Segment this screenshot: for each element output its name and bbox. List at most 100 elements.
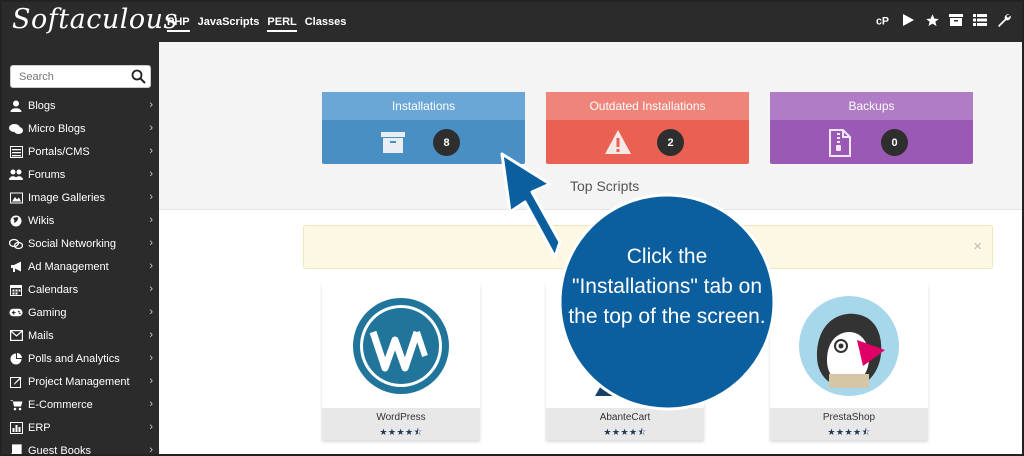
- sidebar-item-wikis[interactable]: Wikis ›: [2, 209, 159, 232]
- sidebar-item-label: Social Networking: [28, 237, 117, 250]
- sidebar: Blogs›Micro Blogs›Portals/CMS›Forums›Ima…: [2, 42, 159, 456]
- comments-icon: [9, 122, 23, 136]
- sidebar-item-micro-blogs[interactable]: Micro Blogs ›: [2, 117, 159, 140]
- edit-icon: [9, 375, 23, 389]
- script-label: PrestaShop: [822, 412, 876, 423]
- chevron-right-icon: ›: [149, 329, 153, 341]
- sidebar-item-mails[interactable]: Mails ›: [2, 324, 159, 347]
- category-list: Blogs › Micro Blogs › Portals/CMS › Forums › Ima…: [2, 94, 159, 456]
- sidebar-item-label: Micro Blogs: [28, 122, 86, 135]
- sidebar-item-label: Image Galleries: [28, 191, 106, 204]
- sidebar-item-portals-cms[interactable]: Portals/CMS ›: [2, 140, 159, 163]
- archive-icon: [380, 129, 406, 155]
- sidebar-item-e-commerce[interactable]: E-Commerce ›: [2, 393, 159, 416]
- book-icon: [9, 444, 23, 454]
- sidebar-item-label: Forums: [28, 168, 66, 181]
- archive-icon[interactable]: [948, 12, 964, 28]
- sidebar-item-label: Gaming: [28, 306, 67, 319]
- chevron-right-icon: ›: [149, 214, 153, 226]
- user-icon: [9, 99, 23, 113]
- tab-perl[interactable]: PERL: [267, 16, 297, 32]
- sidebar-item-label: ERP: [28, 421, 51, 434]
- card-body: 8: [322, 120, 525, 164]
- calendar-icon: [9, 283, 23, 297]
- card-body: 2: [546, 120, 749, 164]
- pie-chart-icon: [9, 352, 23, 366]
- close-icon[interactable]: ×: [973, 238, 982, 255]
- card-title: Backups: [770, 92, 973, 120]
- rating-stars: ★★★★⯪: [379, 427, 423, 437]
- svg-text:cP: cP: [876, 15, 889, 27]
- chevron-right-icon: ›: [149, 260, 153, 272]
- tab-javascripts[interactable]: JavaScripts: [198, 16, 260, 32]
- list-icon[interactable]: [972, 12, 988, 28]
- search-box: [10, 65, 151, 88]
- megaphone-icon: [9, 260, 23, 274]
- sidebar-item-social-networking[interactable]: Social Networking ›: [2, 232, 159, 255]
- card-title: Installations: [322, 92, 525, 120]
- chevron-right-icon: ›: [149, 122, 153, 134]
- script-name: PrestaShop ★★★★⯪: [770, 408, 928, 440]
- sidebar-item-label: Mails: [28, 329, 54, 342]
- card-body: 0: [770, 120, 973, 164]
- sidebar-item-polls-and-analytics[interactable]: Polls and Analytics ›: [2, 347, 159, 370]
- rating-stars: ★★★★⯪: [827, 427, 871, 437]
- script-card-prestashop[interactable]: PrestaShop ★★★★⯪: [770, 283, 928, 440]
- image-icon: [9, 191, 23, 205]
- sidebar-item-image-galleries[interactable]: Image Galleries ›: [2, 186, 159, 209]
- tab-classes[interactable]: Classes: [305, 16, 347, 32]
- prestashop-logo: [770, 283, 928, 408]
- chevron-right-icon: ›: [149, 237, 153, 249]
- wrench-icon[interactable]: [996, 12, 1012, 28]
- installations-count-badge: 8: [433, 129, 460, 156]
- outdated-count-badge: 2: [657, 129, 684, 156]
- list-box-icon: [9, 145, 23, 159]
- chevron-right-icon: ›: [149, 99, 153, 111]
- script-card-wordpress[interactable]: WordPress ★★★★⯪: [322, 283, 480, 440]
- sidebar-item-label: Portals/CMS: [28, 145, 90, 158]
- envelope-icon: [9, 329, 23, 343]
- dashboard-header: Installations 8 Outdated Installations 2: [159, 42, 1022, 210]
- top-tabs: PHP JavaScripts PERL Classes: [167, 16, 346, 32]
- sidebar-item-calendars[interactable]: Calendars ›: [2, 278, 159, 301]
- script-name: AbanteCart ★★★★⯪: [546, 408, 704, 440]
- star-icon[interactable]: [924, 12, 940, 28]
- chevron-right-icon: ›: [149, 375, 153, 387]
- top-bar: Softaculous PHP JavaScripts PERL Classes…: [2, 2, 1022, 42]
- sidebar-item-guest-books[interactable]: Guest Books ›: [2, 439, 159, 456]
- outdated-installations-card[interactable]: Outdated Installations 2: [546, 92, 749, 164]
- wordpress-logo: [322, 283, 480, 408]
- rating-stars: ★★★★⯪: [603, 427, 647, 437]
- chevron-right-icon: ›: [149, 168, 153, 180]
- sidebar-item-blogs[interactable]: Blogs ›: [2, 94, 159, 117]
- script-label: WordPress: [376, 412, 426, 423]
- script-label: AbanteCart: [599, 412, 651, 423]
- file-zip-icon: [828, 129, 854, 157]
- backups-card[interactable]: Backups 0: [770, 92, 973, 164]
- play-icon[interactable]: [900, 12, 916, 28]
- globe-icon: [9, 214, 23, 228]
- sidebar-item-project-management[interactable]: Project Management ›: [2, 370, 159, 393]
- installations-card[interactable]: Installations 8: [322, 92, 525, 164]
- sidebar-item-gaming[interactable]: Gaming ›: [2, 301, 159, 324]
- sidebar-item-label: Project Management: [28, 375, 130, 388]
- sidebar-item-label: Blogs: [28, 99, 56, 112]
- sidebar-item-ad-management[interactable]: Ad Management ›: [2, 255, 159, 278]
- sidebar-item-label: Ad Management: [28, 260, 109, 273]
- backups-count-badge: 0: [881, 129, 908, 156]
- chevron-right-icon: ›: [149, 283, 153, 295]
- sidebar-item-forums[interactable]: Forums ›: [2, 163, 159, 186]
- tab-php[interactable]: PHP: [167, 16, 190, 32]
- bar-chart-icon: [9, 421, 23, 435]
- softaculous-logo[interactable]: Softaculous: [12, 4, 178, 35]
- cpanel-icon[interactable]: cP: [876, 12, 892, 28]
- search-input[interactable]: [11, 66, 121, 87]
- search-icon[interactable]: [131, 69, 146, 89]
- chevron-right-icon: ›: [149, 421, 153, 433]
- chevron-right-icon: ›: [149, 444, 153, 456]
- sidebar-item-erp[interactable]: ERP ›: [2, 416, 159, 439]
- chat-icon: [9, 237, 23, 251]
- callout-text: Click the "Installations" tab on the top…: [568, 245, 766, 328]
- users-icon: [9, 168, 23, 182]
- sidebar-item-label: Polls and Analytics: [28, 352, 120, 365]
